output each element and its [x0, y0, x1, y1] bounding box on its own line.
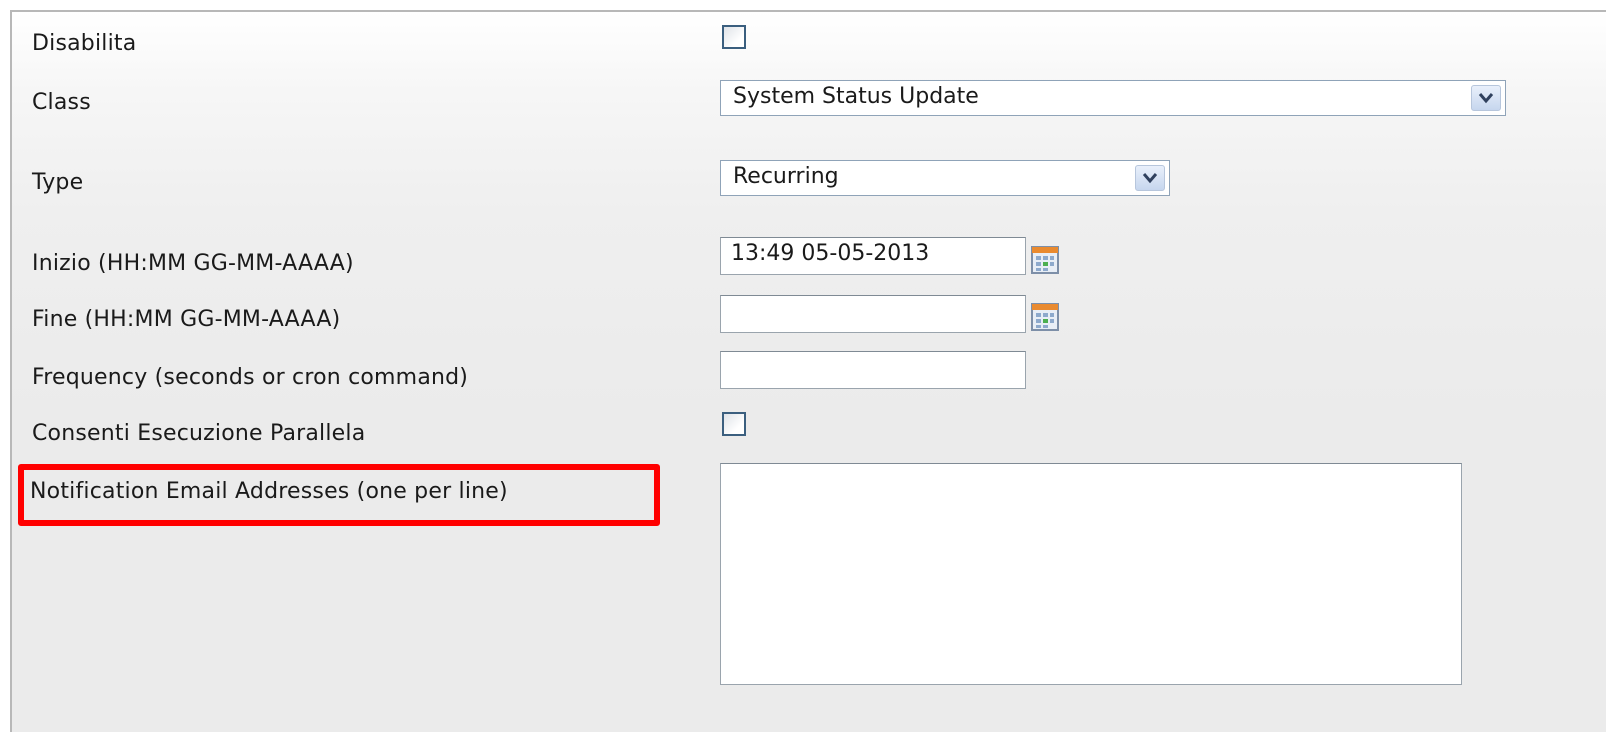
emails-textarea[interactable]: [720, 463, 1462, 685]
calendar-icon[interactable]: [1031, 303, 1059, 331]
type-select[interactable]: Recurring: [720, 160, 1170, 196]
class-select[interactable]: System Status Update: [720, 80, 1506, 116]
disabled-label: Disabilita: [32, 31, 137, 56]
frequency-input[interactable]: [720, 351, 1026, 389]
class-select-value: System Status Update: [733, 84, 979, 109]
calendar-icon[interactable]: [1031, 246, 1059, 274]
end-input[interactable]: [720, 295, 1026, 333]
frequency-label: Frequency (seconds or cron command): [32, 365, 469, 390]
type-label: Type: [32, 170, 84, 195]
chevron-down-icon[interactable]: [1471, 85, 1501, 111]
disabled-checkbox[interactable]: [722, 25, 746, 49]
class-label: Class: [32, 90, 91, 115]
type-select-value: Recurring: [733, 164, 839, 189]
emails-label: Notification Email Addresses (one per li…: [30, 479, 508, 504]
chevron-down-icon[interactable]: [1135, 165, 1165, 191]
parallel-label: Consenti Esecuzione Parallela: [32, 421, 366, 446]
parallel-checkbox[interactable]: [722, 412, 746, 436]
end-label: Fine (HH:MM GG-MM-AAAA): [32, 307, 341, 332]
start-label: Inizio (HH:MM GG-MM-AAAA): [32, 251, 354, 276]
start-input[interactable]: 13:49 05-05-2013: [720, 237, 1026, 275]
